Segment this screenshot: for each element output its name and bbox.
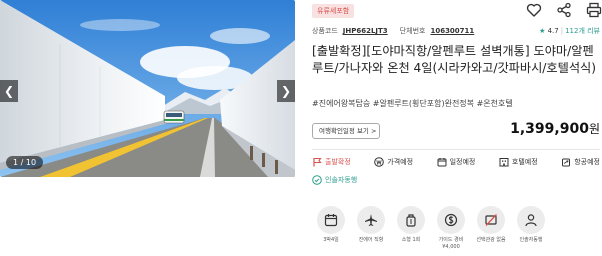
product-image-carousel[interactable]: ❮ ❯ 1 / 10 (0, 0, 295, 177)
feature-label: 선택관광 없음 (476, 237, 506, 243)
product-title: [출발확정][도야마직항/알펜루트 설벽개통] 도야마/알펜루트/가나자와 온천… (312, 44, 597, 75)
menu-label: 출발확정 (325, 158, 351, 166)
product-code-line: 상품코드 JHP662LJT3 단체번호 106300711 (312, 26, 486, 36)
feature-optional-tour: 선택관광 없음 (476, 206, 506, 251)
rating-score: 4.7 (547, 27, 559, 35)
product-code-value[interactable]: JHP662LJT3 (343, 27, 388, 35)
group-number-label: 단체번호 (399, 27, 426, 35)
action-icons (526, 2, 602, 18)
feature-label: 3박4일 (323, 237, 339, 243)
menu-hotel-status[interactable]: 호텔예정 (499, 157, 538, 167)
rating-separator: | (560, 27, 564, 35)
feature-tour-leader: 인솔자동행 (516, 206, 546, 251)
feature-direct-flight: 진에어 직항 (356, 206, 386, 251)
airplane-icon (365, 214, 377, 226)
price-amount: 1,399,900 (510, 121, 589, 137)
chevron-left-icon: ❮ (3, 84, 15, 98)
feature-label: 진에어 직항 (358, 237, 384, 243)
feature-label: 가이드 경비 ¥4,000 (438, 237, 464, 250)
menu-label: 호텔예정 (511, 158, 538, 166)
feature-circle (477, 206, 505, 234)
product-photo-snow-wall-road (0, 0, 295, 177)
carousel-next-button[interactable]: ❯ (277, 80, 295, 102)
menu-price-status[interactable]: 가격예정 (374, 157, 413, 167)
feature-label: 인솔자동행 (519, 237, 543, 243)
feature-luggage: 소형 1회 (396, 206, 426, 251)
review-count: 112개 리뷰 (565, 27, 600, 35)
carousel-counter: 1 / 10 (6, 156, 44, 169)
share-icon[interactable] (556, 2, 572, 18)
feature-circle (317, 206, 345, 234)
heart-icon[interactable] (526, 2, 542, 18)
feature-circle (397, 206, 425, 234)
tour-guide-accompanied: 인솔자동행 (312, 175, 357, 185)
won-icon (374, 157, 385, 167)
feature-guide-fee: 가이드 경비 ¥4,000 (436, 206, 466, 251)
carousel-prev-button[interactable]: ❮ (0, 80, 18, 102)
menu-label: 가격예정 (387, 158, 414, 166)
menu-flight-status[interactable]: 항공예정 (561, 157, 600, 167)
flag-icon (313, 157, 322, 167)
star-icon: ★ (539, 27, 546, 35)
section-divider (312, 149, 600, 150)
flight-icon (562, 158, 571, 167)
product-info-panel: 유류세포함 상품코드 JHP662LJT3 단체번호 106300711 ★ 4.7 |… (312, 0, 602, 256)
no-ticket-icon (485, 214, 497, 226)
menu-itinerary-status[interactable]: 일정예정 (437, 157, 476, 167)
feature-icons-row: 3박4일 진에어 직항 소형 1회 가이드 경비 ¥4,000 선택관광 없음 (316, 206, 546, 251)
luggage-icon (406, 214, 416, 227)
check-circle-icon (312, 175, 322, 185)
menu-departure-confirmed[interactable]: 출발확정 (312, 157, 351, 167)
product-hashtags: #진에어왕복탑승 #알펜루트(횡단포함)완전정복 #온천호텔 (312, 99, 513, 108)
itinerary-view-button[interactable]: 여행확인일정 보기 > (312, 123, 380, 139)
feature-circle (437, 206, 465, 234)
feature-circle (357, 206, 385, 234)
group-number-value[interactable]: 106300711 (430, 27, 474, 35)
status-menu: 출발확정 가격예정 일정예정 호텔예정 항공예정 (312, 157, 600, 167)
menu-label: 항공예정 (574, 158, 600, 166)
feature-circle (517, 206, 545, 234)
coin-icon (444, 213, 458, 227)
calendar-icon (324, 214, 338, 227)
feature-label: 소형 1회 (401, 237, 421, 243)
chevron-right-icon: ❯ (280, 84, 292, 98)
product-code-label: 상품코드 (312, 27, 338, 35)
fuel-surcharge-badge: 유류세포함 (312, 4, 355, 18)
print-icon[interactable] (586, 2, 602, 18)
calendar-icon (437, 158, 447, 167)
product-price: 1,399,900원 (510, 120, 600, 137)
rating-summary[interactable]: ★ 4.7 | 112개 리뷰 (539, 26, 600, 36)
guide-label: 인솔자동행 (325, 176, 358, 184)
price-unit: 원 (588, 122, 600, 136)
feature-duration: 3박4일 (316, 206, 346, 251)
menu-label: 일정예정 (449, 158, 476, 166)
hotel-icon (499, 158, 509, 167)
person-icon (525, 214, 537, 227)
